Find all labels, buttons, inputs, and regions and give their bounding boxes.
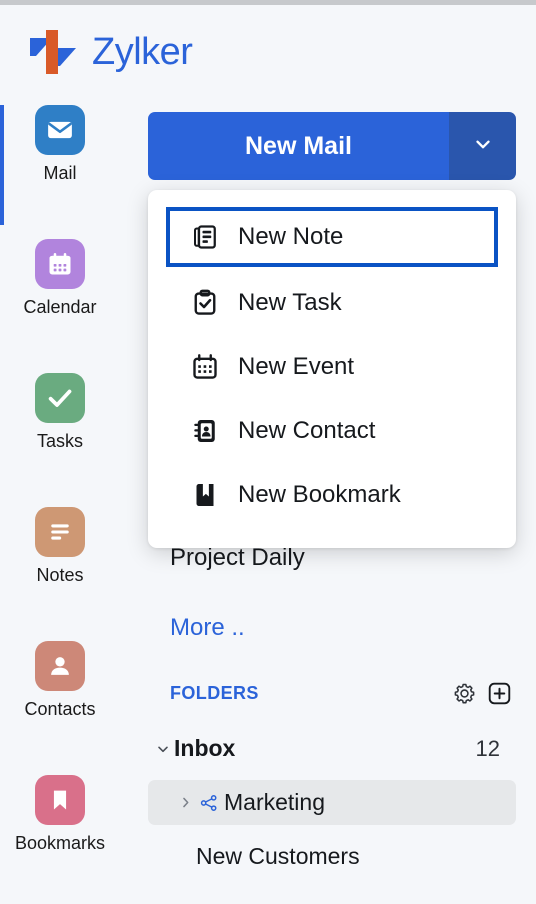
rail-item-tasks[interactable]: Tasks (0, 373, 120, 493)
folders-actions (453, 681, 512, 706)
rail-label-contacts: Contacts (24, 699, 96, 719)
note-icon (188, 222, 222, 252)
check-icon (35, 373, 85, 423)
menu-item-new-bookmark[interactable]: New Bookmark (166, 467, 498, 523)
contact-icon (35, 641, 85, 691)
chevron-down-icon (472, 133, 494, 160)
rail-item-notes[interactable]: Notes (0, 507, 120, 627)
calendar-icon (188, 352, 222, 382)
compose-dropdown-menu: New Note New Task New Event New Contact … (148, 190, 516, 548)
folder-count-inbox: 12 (475, 735, 500, 761)
folder-row-inbox[interactable]: Inbox 12 (148, 726, 516, 771)
new-mail-button[interactable]: New Mail (148, 112, 449, 180)
bookmark-book-icon (188, 480, 222, 510)
rail-label-tasks: Tasks (36, 431, 83, 451)
chevron-down-icon[interactable] (152, 741, 174, 757)
app-rail: Mail Calendar Tasks Notes Contacts Bookm… (0, 105, 120, 904)
menu-label-new-event: New Event (238, 353, 355, 380)
folder-row-new-customers[interactable]: New Customers (148, 834, 516, 879)
folder-name-new-customers: New Customers (196, 843, 360, 869)
zylker-logo-icon (26, 24, 80, 80)
clipboard-check-icon (188, 288, 222, 318)
menu-label-new-note: New Note (238, 223, 344, 250)
folders-title: FOLDERS (170, 682, 259, 703)
bookmark-icon (35, 775, 85, 825)
chevron-right-icon[interactable] (174, 795, 196, 810)
rail-label-bookmarks: Bookmarks (14, 833, 106, 853)
plus-square-icon[interactable] (487, 681, 512, 706)
gear-icon[interactable] (453, 682, 476, 705)
folder-name-inbox: Inbox (174, 735, 236, 761)
compose-dropdown-toggle[interactable] (449, 112, 516, 180)
menu-label-new-task: New Task (238, 289, 342, 316)
rail-label-mail: Mail (43, 163, 77, 183)
rail-item-contacts[interactable]: Contacts (0, 641, 120, 761)
folders-section: FOLDERS Inbox 12 Marketing New Customers (148, 678, 516, 879)
rail-item-bookmarks[interactable]: Bookmarks (0, 775, 120, 895)
share-icon (196, 793, 222, 813)
rail-label-calendar: Calendar (23, 297, 97, 317)
mail-sidebar-panel: New Mail Project Daily More .. FOLDERS I… (120, 0, 536, 904)
recent-list: Project Daily More .. (148, 540, 516, 644)
menu-item-new-task[interactable]: New Task (166, 275, 498, 331)
folder-row-marketing[interactable]: Marketing (148, 780, 516, 825)
more-link[interactable]: More .. (148, 612, 516, 644)
rail-label-notes: Notes (36, 565, 84, 585)
notes-icon (35, 507, 85, 557)
menu-item-new-event[interactable]: New Event (166, 339, 498, 395)
menu-item-new-contact[interactable]: New Contact (166, 403, 498, 459)
address-book-icon (188, 416, 222, 446)
menu-item-new-note[interactable]: New Note (166, 207, 498, 267)
compose-split-button: New Mail (148, 112, 516, 180)
folder-name-marketing: Marketing (224, 789, 325, 815)
menu-label-new-bookmark: New Bookmark (238, 481, 401, 508)
folders-header: FOLDERS (148, 678, 516, 708)
envelope-icon (35, 105, 85, 155)
menu-label-new-contact: New Contact (238, 417, 376, 444)
rail-item-mail[interactable]: Mail (0, 105, 120, 225)
calendar-icon (35, 239, 85, 289)
rail-item-calendar[interactable]: Calendar (0, 239, 120, 359)
